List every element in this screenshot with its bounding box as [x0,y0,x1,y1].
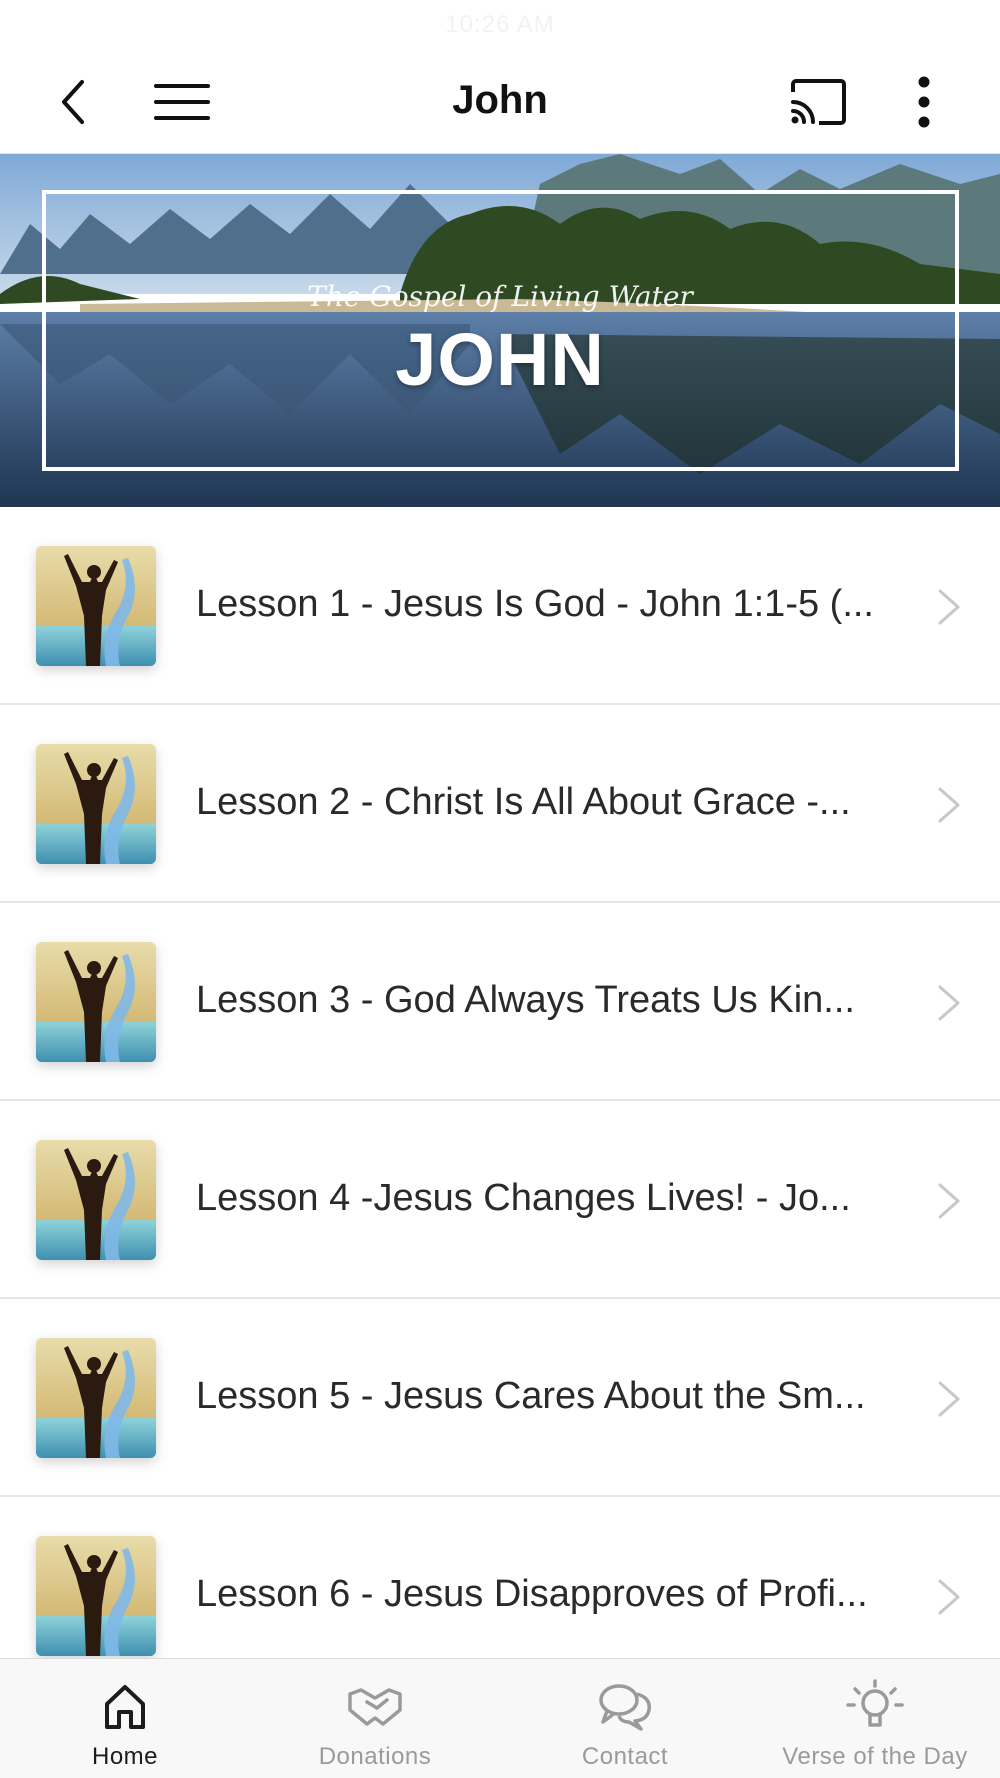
status-bar: 10:26 AM [0,0,1000,50]
tab-label: Home [91,1743,159,1770]
tab-label: Verse of the Day [782,1743,968,1770]
lesson-title: Lesson 6 - Jesus Disapproves of Profi... [196,1573,868,1615]
tab-label: Donations [318,1743,432,1770]
chevron-right-icon [938,589,960,625]
chevron-right-icon [938,1183,960,1219]
list-item[interactable]: Lesson 3 - God Always Treats Us Kin... [0,903,1000,1101]
chevron-right-icon [938,985,960,1021]
list-item[interactable]: Lesson 1 - Jesus Is God - John 1:1-5 (..… [0,507,1000,705]
app-bar: John [0,50,1000,154]
lesson-thumbnail [36,1338,156,1458]
chevron-left-icon [62,80,84,124]
lesson-thumbnail [36,942,156,1062]
tab-label: Contact [581,1743,669,1770]
lesson-title: Lesson 3 - God Always Treats Us Kin... [196,979,855,1021]
lesson-thumbnail [36,744,156,864]
lesson-title: Lesson 5 - Jesus Cares About the Sm... [196,1375,866,1417]
page-title: John [452,78,548,122]
hero-subtitle: The Gospel of Living Water [307,280,693,313]
lesson-thumbnail [36,546,156,666]
list-item[interactable]: Lesson 2 - Christ Is All About Grace -..… [0,705,1000,903]
chevron-right-icon [938,787,960,823]
lightbulb-icon [845,1679,905,1735]
home-icon [95,1679,155,1735]
chevron-right-icon [938,1579,960,1615]
lesson-title: Lesson 2 - Christ Is All About Grace -..… [196,781,851,823]
handshake-icon [345,1679,405,1735]
list-item[interactable]: Lesson 5 - Jesus Cares About the Sm... [0,1299,1000,1497]
tab-verse-of-the-day[interactable]: Verse of the Day [750,1659,1000,1778]
lesson-thumbnail [36,1536,156,1656]
tab-contact[interactable]: Contact [500,1659,750,1778]
lesson-title: Lesson 1 - Jesus Is God - John 1:1-5 (..… [196,583,874,625]
lesson-list: Lesson 1 - Jesus Is God - John 1:1-5 (..… [0,507,1000,1695]
tab-donations[interactable]: Donations [250,1659,500,1778]
lesson-title: Lesson 4 -Jesus Changes Lives! - Jo... [196,1177,851,1219]
menu-button[interactable] [152,72,212,132]
hamburger-menu-icon [154,84,210,120]
cast-button[interactable] [788,72,848,132]
hero-title: JOHN [395,318,605,401]
status-time: 10:26 AM [445,11,555,38]
bottom-tab-bar: Home Donations Contact Verse of the Day [0,1658,1000,1778]
lesson-thumbnail [36,1140,156,1260]
back-button[interactable] [44,72,104,132]
chevron-right-icon [938,1381,960,1417]
list-item[interactable]: Lesson 4 -Jesus Changes Lives! - Jo... [0,1101,1000,1299]
hero-banner: The Gospel of Living Water JOHN [0,154,1000,507]
more-vertical-icon [918,76,930,128]
chat-bubbles-icon [595,1679,655,1735]
more-options-button[interactable] [894,72,954,132]
cast-icon [791,79,846,125]
tab-home[interactable]: Home [0,1659,250,1778]
